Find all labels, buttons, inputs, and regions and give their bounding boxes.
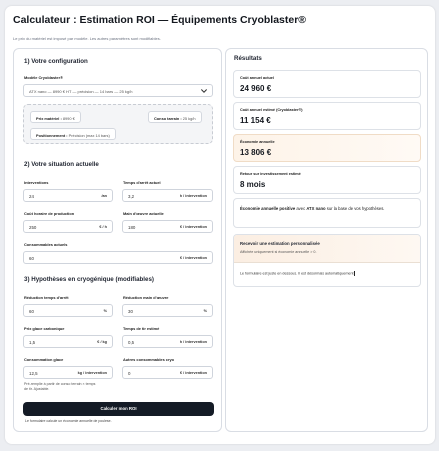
payback-value: 8 mois xyxy=(240,180,266,189)
interventions-label: Interventions xyxy=(24,180,49,185)
hypotheses-heading: 3) Hypothèses en cryogénique (modifiable… xyxy=(24,276,154,283)
annual-savings-value: 13 806 € xyxy=(240,148,272,157)
savings-note-bold-2: ATX nano xyxy=(306,206,326,211)
model-details-box: Prix matériel : 8990 € Conso tarrain : 2… xyxy=(23,104,213,144)
estimated-cost-card: Coût annuel estimé (Cryoblaster®) 11 154… xyxy=(233,102,421,130)
savings-note-text: Économie annuelle positive avec ATX nano… xyxy=(240,205,416,212)
downtime-value: 3,2 xyxy=(128,193,135,199)
reduction-labour-unit: % xyxy=(203,308,207,313)
model-select-value: ATX nano — 8990 € HT — précision — 14 ba… xyxy=(29,89,133,94)
positioning-chip: Positionnement : Précision (max 14 bars) xyxy=(30,128,116,140)
interventions-unit: /an xyxy=(101,193,108,198)
calculate-roi-button[interactable]: Calculer mon ROI xyxy=(23,402,214,416)
ice-consumption-unit: kg / intervention xyxy=(77,370,107,375)
hourly-cost-label: Coût horaire de production xyxy=(24,211,75,216)
page-title: Calculateur : Estimation ROI — Équipemen… xyxy=(13,14,307,26)
payback-card: Retour sur investissement estimé 8 mois xyxy=(233,166,421,194)
hourly-cost-unit: € / h xyxy=(99,224,107,229)
consumables-input[interactable]: 60 € / intervention xyxy=(23,251,213,264)
hourly-cost-input[interactable]: 250 € / h xyxy=(23,220,113,233)
labour-label: Main d'œuvre actuelle xyxy=(123,211,164,216)
interventions-input[interactable]: 24 /an xyxy=(23,189,113,202)
calculator-page: Calculateur : Estimation ROI — Équipemen… xyxy=(5,6,435,444)
reduction-labour-input[interactable]: 30 % xyxy=(122,304,213,317)
interventions-value: 24 xyxy=(29,193,34,199)
blast-time-input[interactable]: 0,5 h / intervention xyxy=(122,335,213,348)
price-chip: Prix matériel : 8990 € xyxy=(30,111,81,123)
positioning-chip-label: Positionnement : xyxy=(36,132,68,138)
downtime-label: Temps d'arrêt actuel xyxy=(123,180,161,185)
other-consumables-label: Autres consommables cryo xyxy=(123,357,175,362)
labour-input[interactable]: 180 € / intervention xyxy=(122,220,213,233)
blast-time-unit: h / intervention xyxy=(179,339,207,344)
labour-value: 180 xyxy=(128,224,136,230)
form-panel: 1) Votre configuration Modèle Cryoblaste… xyxy=(13,48,222,432)
current-cost-value: 24 960 € xyxy=(240,84,272,93)
personalized-estimate-body: Le formulaire est juste en dessous. Il e… xyxy=(240,271,355,276)
ice-price-input[interactable]: 1,5 € / kg xyxy=(23,335,113,348)
reduction-labour-label: Réduction main d'œuvre xyxy=(123,295,169,300)
reduction-time-input[interactable]: 60 % xyxy=(23,304,113,317)
savings-note-text-2: sur la base de vos hypothèses. xyxy=(325,206,385,211)
personalized-estimate-card: Recevoir une estimation personnalisée Af… xyxy=(233,234,421,287)
payback-label: Retour sur investissement estimé xyxy=(240,172,301,176)
model-label: Modèle Cryoblaster® xyxy=(24,75,63,80)
chevron-down-icon xyxy=(201,89,207,93)
config-heading: 1) Votre configuration xyxy=(24,58,88,65)
price-chip-label: Prix matériel : xyxy=(36,115,62,121)
positioning-chip-value: Précision (max 14 bars) xyxy=(68,132,110,138)
other-consumables-unit: € / intervention xyxy=(179,370,207,375)
consumption-chip: Conso tarrain : 25 kg/h xyxy=(148,111,202,123)
ice-price-unit: € / kg xyxy=(97,339,107,344)
other-consumables-value: 0 xyxy=(128,370,131,376)
ice-consumption-value: 12,5 xyxy=(29,370,38,376)
annual-savings-card: Économie annuelle 13 806 € xyxy=(233,134,421,162)
reduction-time-label: Réduction temps d'arrêt xyxy=(24,295,69,300)
personalized-estimate-title: Recevoir une estimation personnalisée xyxy=(240,241,320,246)
situation-heading: 2) Votre situation actuelle xyxy=(24,161,99,168)
estimated-cost-label: Coût annuel estimé (Cryoblaster®) xyxy=(240,108,303,112)
text-cursor xyxy=(354,271,355,276)
consumables-label: Consommables actuels xyxy=(24,242,68,247)
model-select[interactable]: ATX nano — 8990 € HT — précision — 14 ba… xyxy=(23,84,213,97)
reduction-time-value: 60 xyxy=(29,308,34,314)
personalized-estimate-body-text: Le formulaire est juste en dessous. Il e… xyxy=(240,271,354,276)
estimated-cost-value: 11 154 € xyxy=(240,116,271,125)
current-cost-card: Coût annuel actuel 24 960 € xyxy=(233,70,421,98)
consumables-unit: € / intervention xyxy=(179,255,207,260)
consumables-value: 60 xyxy=(29,255,34,261)
blast-time-value: 0,5 xyxy=(128,339,135,345)
hourly-cost-value: 250 xyxy=(29,224,37,230)
consumption-chip-label: Conso tarrain : xyxy=(154,115,182,121)
ice-consumption-label: Consommation glace xyxy=(24,357,64,362)
page-subtitle: Le prix du matériel est imposé par modèl… xyxy=(13,36,161,41)
reduction-time-unit: % xyxy=(103,308,107,313)
savings-note-text-1: avec xyxy=(295,206,307,211)
savings-note-bold-1: Économie annuelle positive xyxy=(240,206,296,211)
annual-savings-label: Économie annuelle xyxy=(240,140,275,144)
downtime-unit: h / intervention xyxy=(179,193,207,198)
ice-price-value: 1,5 xyxy=(29,339,36,345)
reduction-labour-value: 30 xyxy=(128,308,133,314)
ice-consumption-input[interactable]: 12,5 kg / intervention xyxy=(23,366,113,379)
price-chip-value: 8990 € xyxy=(62,115,75,121)
downtime-input[interactable]: 3,2 h / intervention xyxy=(122,189,213,202)
other-consumables-input[interactable]: 0 € / intervention xyxy=(122,366,213,379)
form-footnote: Le formulaire calcule un économie annuel… xyxy=(25,419,112,423)
results-heading: Résultats xyxy=(234,55,262,62)
current-cost-label: Coût annuel actuel xyxy=(240,76,274,80)
personalized-estimate-header xyxy=(234,235,420,263)
labour-unit: € / intervention xyxy=(179,224,207,229)
ice-consumption-hint-line-2: de tir. Ajustable. xyxy=(24,387,50,391)
personalized-estimate-subtitle: Affichée uniquement si économie annuelle… xyxy=(240,250,317,254)
savings-note-card: Économie annuelle positive avec ATX nano… xyxy=(233,198,421,228)
consumption-chip-value: 25 kg/h xyxy=(182,115,196,121)
ice-price-label: Prix glace carbonique xyxy=(24,326,65,331)
blast-time-label: Temps de tir estimé xyxy=(123,326,160,331)
